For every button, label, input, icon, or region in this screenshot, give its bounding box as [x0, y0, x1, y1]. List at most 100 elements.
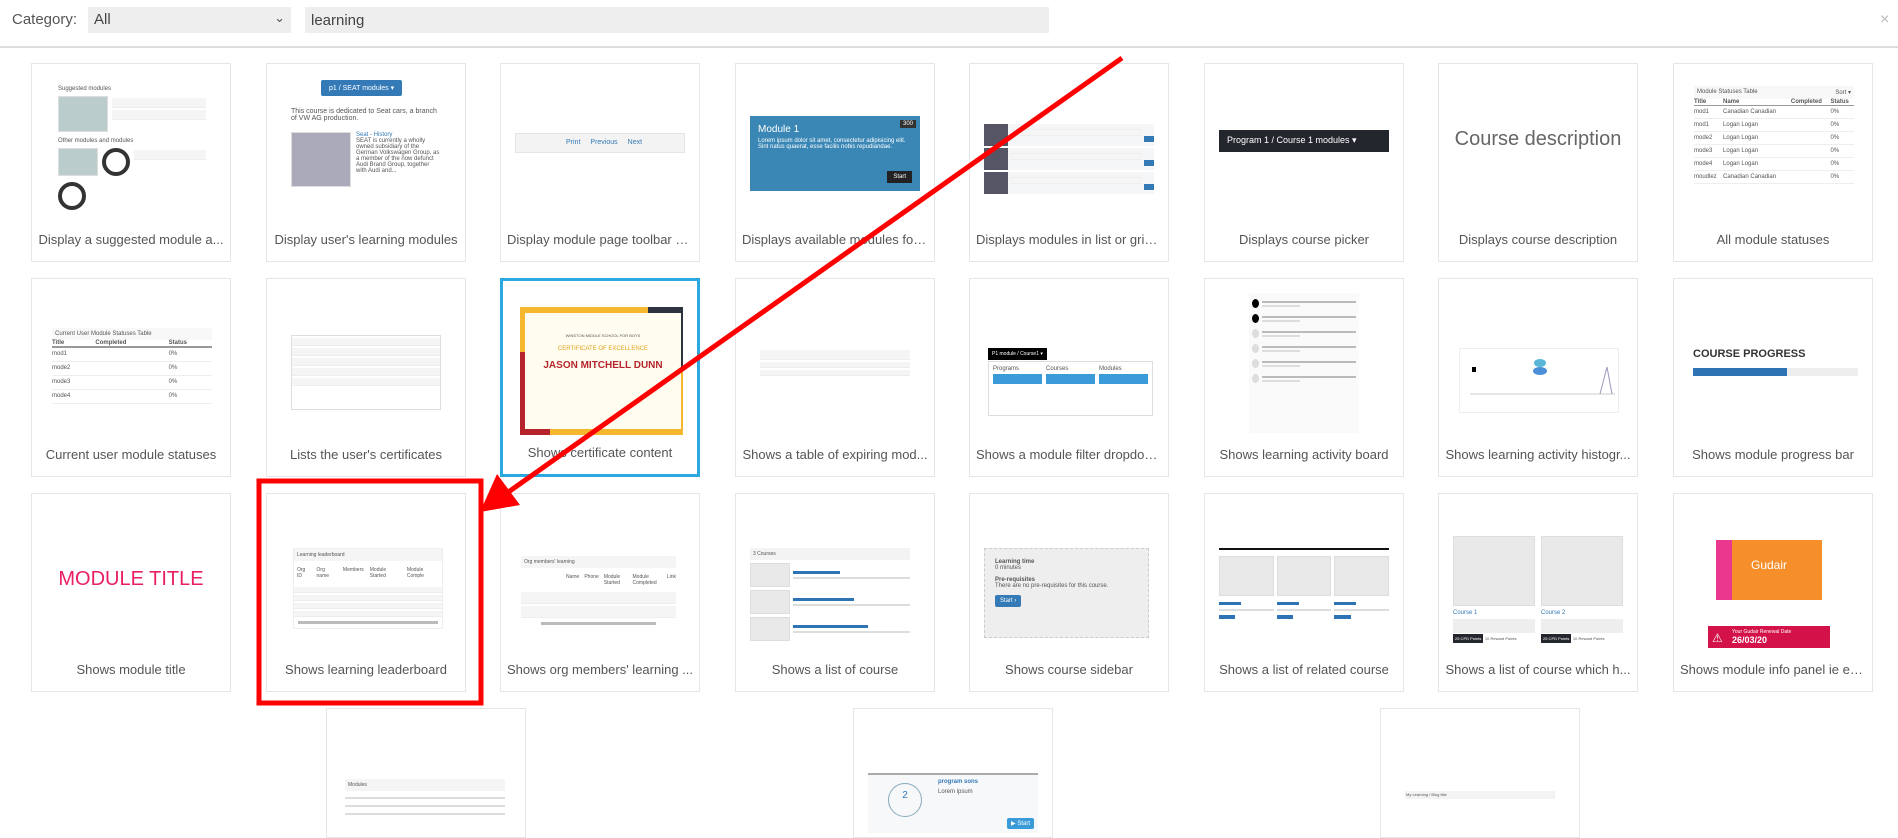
- widget-card[interactable]: Gudair Your Gudair Renewal Date 26/03/20 ⚠ S…: [1673, 493, 1873, 692]
- table-cell: [95, 347, 168, 361]
- widget-card[interactable]: Learning time 0 minutes Pre-requisites Ther…: [969, 493, 1169, 692]
- preview-element: [984, 124, 1154, 146]
- widget-preview: Learning leaderboard Org ID Org name Member…: [281, 508, 451, 648]
- widget-card[interactable]: Course description Displays course descri…: [1438, 63, 1638, 262]
- preview-element: [1334, 602, 1357, 605]
- preview-element: [112, 98, 206, 108]
- widget-card[interactable]: Suggested modules Other modules and modu…: [31, 63, 231, 262]
- widget-preview: Modules: [341, 723, 511, 837]
- widget-card[interactable]: Lists the user's certificates: [266, 278, 466, 477]
- renewal-date: 26/03/20: [1732, 635, 1768, 645]
- widget-label: Shows a table of expiring mod...: [742, 447, 928, 462]
- preview-element: [1252, 299, 1259, 308]
- preview-element: [793, 577, 910, 579]
- preview-element: mode2 Logan Logan 0%: [1694, 132, 1854, 145]
- preview-element: [1219, 609, 1274, 611]
- widget-card[interactable]: COURSE PROGRESS Shows module progress bar: [1673, 278, 1873, 477]
- preview-element: [1046, 374, 1095, 384]
- preview-element: Programs Courses Modules: [988, 361, 1153, 416]
- widget-card[interactable]: Program 1 / Course 1 modules ▾ Displays c…: [1204, 63, 1404, 262]
- preview-element: Seat - History SEAT is currently a wholly…: [356, 132, 441, 187]
- widget-card[interactable]: Learning leaderboard Org ID Org name Member…: [266, 493, 466, 692]
- previous-link: Previous: [590, 139, 618, 146]
- widget-card[interactable]: Displays modules in list or grid ...: [969, 63, 1169, 262]
- preview-element: [1262, 335, 1300, 337]
- preview-element: [521, 606, 676, 618]
- widget-card[interactable]: p1 / SEAT modules ▾ This course is dedic…: [266, 63, 466, 262]
- search-input[interactable]: [305, 7, 1049, 33]
- cpd-badge: 25 CPD Points: [1541, 634, 1572, 643]
- widget-card[interactable]: 3 Courses Shows a list of course: [735, 493, 935, 692]
- preview-element: mode3 0%: [52, 375, 212, 389]
- widget-card[interactable]: Print Previous Next Display module page too…: [500, 63, 700, 262]
- preview-element: [1011, 148, 1141, 170]
- preview-element: [1276, 602, 1299, 605]
- start-button: Start ›: [995, 595, 1022, 607]
- widget-card[interactable]: Shows learning activity histogr...: [1438, 278, 1638, 477]
- preview-element: [1262, 305, 1300, 307]
- preview-element: [1262, 359, 1356, 368]
- table-cell: Canadian Canadian: [1723, 174, 1777, 180]
- preview-element: Learning leaderboard Org ID Org name Member…: [293, 548, 443, 629]
- widget-preview: 3 Courses: [750, 508, 920, 648]
- preview-element: [1249, 293, 1359, 433]
- widget-card[interactable]: Shows learning activity board: [1204, 278, 1404, 477]
- widget-card[interactable]: My Learning / Blog title: [1380, 708, 1580, 838]
- table-cell: [1791, 119, 1831, 132]
- widget-label: Shows module progress bar: [1692, 447, 1854, 462]
- thumb-title: Current User Module Statuses Table: [52, 328, 212, 340]
- table-cell: 0%: [1830, 109, 1840, 115]
- widget-card[interactable]: Module 1 300 Lorem ipsum dolor sit amet, c…: [735, 63, 935, 262]
- close-icon[interactable]: ×: [1880, 11, 1889, 29]
- table-cell: mode2: [52, 365, 71, 371]
- preview-element: Programs: [993, 366, 1042, 411]
- preview-element: [1262, 331, 1356, 333]
- preview-element: [760, 350, 910, 360]
- widget-label: Displays course description: [1458, 232, 1618, 247]
- table-cell: 0%: [168, 351, 178, 358]
- preview-element: [1252, 299, 1356, 308]
- preview-element: [993, 374, 1042, 384]
- preview-element: [750, 563, 910, 587]
- preview-element: [1219, 548, 1389, 619]
- table-cell: Logan Logan: [1723, 148, 1759, 154]
- module-title-text: MODULE TITLE: [58, 568, 204, 590]
- category-select[interactable]: All ⌄: [88, 7, 291, 33]
- preview-element: [1262, 361, 1356, 363]
- widget-card[interactable]: Modules: [326, 708, 526, 838]
- breadcrumb: My Learning / Blog title: [1405, 791, 1555, 799]
- widget-card[interactable]: Org members' learning Name Phone Module Sta…: [500, 493, 700, 692]
- table-cell: mod1: [52, 351, 68, 358]
- widget-card[interactable]: 2 program sons Lorem ipsum ▶ Start: [853, 708, 1053, 838]
- course-description-text: Course description: [1454, 128, 1622, 150]
- preview-element: Courses: [1046, 366, 1095, 411]
- widget-card[interactable]: Course 1 25 CPD Points 10 Reward Points Co…: [1438, 493, 1638, 692]
- widget-card[interactable]: Shows a list of related course: [1204, 493, 1404, 692]
- filter-dropdown-button: P1 module / Course1 ▾: [988, 348, 1047, 360]
- progress-bar: [1693, 368, 1858, 376]
- preview-element: [1262, 365, 1300, 367]
- thumb-badge: 300: [899, 120, 916, 128]
- widget-card[interactable]: P1 module / Course1 ▾ Programs Courses Modu…: [969, 278, 1169, 477]
- column-header: Module Comple: [406, 567, 425, 579]
- preview-element: [984, 124, 1008, 146]
- table-cell: mode4: [52, 393, 71, 399]
- widget-preview: WINSTON MIDDLE SCHOOL FOR BOYS CERTIFICAT…: [517, 295, 683, 435]
- widget-preview: Module Statuses Table Sort ▾ Title Name Com…: [1688, 78, 1858, 218]
- widget-card[interactable]: WINSTON MIDDLE SCHOOL FOR BOYS CERTIFICAT…: [500, 278, 700, 477]
- preview-element: [1541, 619, 1623, 633]
- preview-element: [292, 358, 440, 366]
- widget-preview: p1 / SEAT modules ▾ This course is dedic…: [281, 78, 451, 218]
- widget-card[interactable]: Module Statuses Table Sort ▾ Title Name Com…: [1673, 63, 1873, 262]
- column-header: Phone: [584, 574, 599, 580]
- widget-card[interactable]: MODULE TITLE Shows module title: [31, 493, 231, 692]
- preview-element: mod1 Logan Logan 0%: [1694, 119, 1854, 132]
- table-cell: Canadian Canadian: [1723, 109, 1777, 115]
- program-picker-button: p1 / SEAT modules ▾: [321, 80, 403, 96]
- widget-card[interactable]: Shows a table of expiring mod...: [735, 278, 935, 477]
- preview-element: [1276, 556, 1332, 596]
- preview-element: [292, 348, 440, 356]
- preview-element: [1470, 359, 1615, 395]
- widget-card[interactable]: Current User Module Statuses Table Title…: [31, 278, 231, 477]
- preview-element: [1252, 344, 1356, 353]
